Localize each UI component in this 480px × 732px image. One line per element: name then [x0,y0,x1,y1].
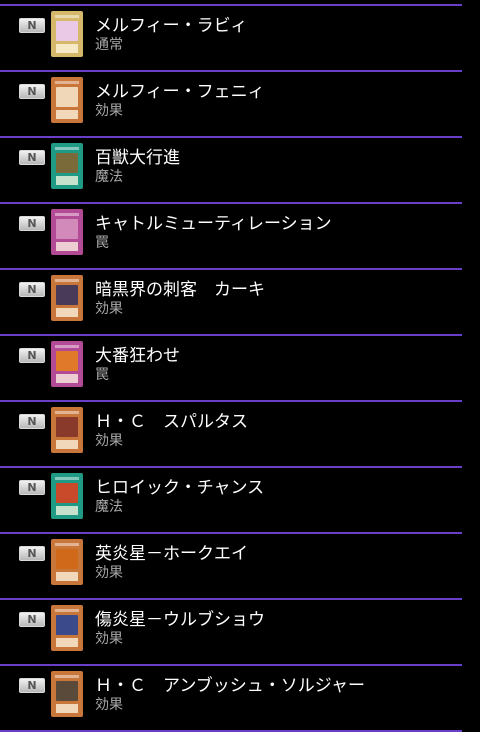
card-thumbnail [51,407,83,453]
card-name: ヒロイック・チャンス [95,478,265,498]
rarity-badge: N [19,612,45,627]
card-type: 魔法 [95,499,123,515]
card-name: 百獣大行進 [95,148,180,168]
card-name: メルフィー・フェニィ [95,82,265,102]
rarity-badge: N [19,150,45,165]
card-type: 効果 [95,565,123,581]
card-name: 英炎星－ホークエイ [95,544,248,564]
card-type: 効果 [95,301,123,317]
card-row[interactable]: N ヒロイック・チャンス 魔法 [0,468,462,534]
rarity-badge: N [19,84,45,99]
card-thumbnail [51,605,83,651]
card-row[interactable]: N 百獣大行進 魔法 [0,138,462,204]
card-name: Ｈ・Ｃ スパルタス [95,412,248,432]
rarity-badge: N [19,414,45,429]
card-thumbnail [51,671,83,717]
card-thumbnail [51,473,83,519]
rarity-badge: N [19,480,45,495]
card-name: 傷炎星－ウルブショウ [95,610,265,630]
rarity-badge: N [19,546,45,561]
card-type: 通常 [95,37,123,53]
rarity-badge: N [19,18,45,33]
rarity-badge: N [19,678,45,693]
card-thumbnail [51,143,83,189]
card-row[interactable]: N 傷炎星－ウルブショウ 効果 [0,600,462,666]
card-row[interactable]: N メルフィー・ラビィ 通常 [0,6,462,72]
card-row[interactable]: N Ｈ・Ｃ アンブッシュ・ソルジャー 効果 [0,666,462,732]
card-row[interactable]: N 暗黒界の刺客 カーキ 効果 [0,270,462,336]
card-thumbnail [51,209,83,255]
card-type: 効果 [95,631,123,647]
card-name: 暗黒界の刺客 カーキ [95,280,265,300]
rarity-badge: N [19,348,45,363]
card-thumbnail [51,539,83,585]
card-thumbnail [51,77,83,123]
card-row[interactable]: N 大番狂わせ 罠 [0,336,462,402]
card-thumbnail [51,275,83,321]
rarity-badge: N [19,216,45,231]
card-name: 大番狂わせ [95,346,180,366]
rarity-badge: N [19,282,45,297]
card-type: 罠 [95,235,109,251]
card-thumbnail [51,341,83,387]
card-thumbnail [51,11,83,57]
card-row[interactable]: N 英炎星－ホークエイ 効果 [0,534,462,600]
card-type: 効果 [95,103,123,119]
card-row[interactable]: N キャトルミューティレーション 罠 [0,204,462,270]
card-name: Ｈ・Ｃ アンブッシュ・ソルジャー [95,676,365,696]
card-name: キャトルミューティレーション [95,214,332,234]
card-type: 効果 [95,433,123,449]
card-name: メルフィー・ラビィ [95,16,248,36]
card-type: 魔法 [95,169,123,185]
card-row[interactable]: N メルフィー・フェニィ 効果 [0,72,462,138]
card-type: 効果 [95,697,123,713]
card-list: N メルフィー・ラビィ 通常 N メルフィー・フェニィ 効果 N 百獣大行進 魔… [0,6,480,732]
card-type: 罠 [95,367,109,383]
card-row[interactable]: N Ｈ・Ｃ スパルタス 効果 [0,402,462,468]
